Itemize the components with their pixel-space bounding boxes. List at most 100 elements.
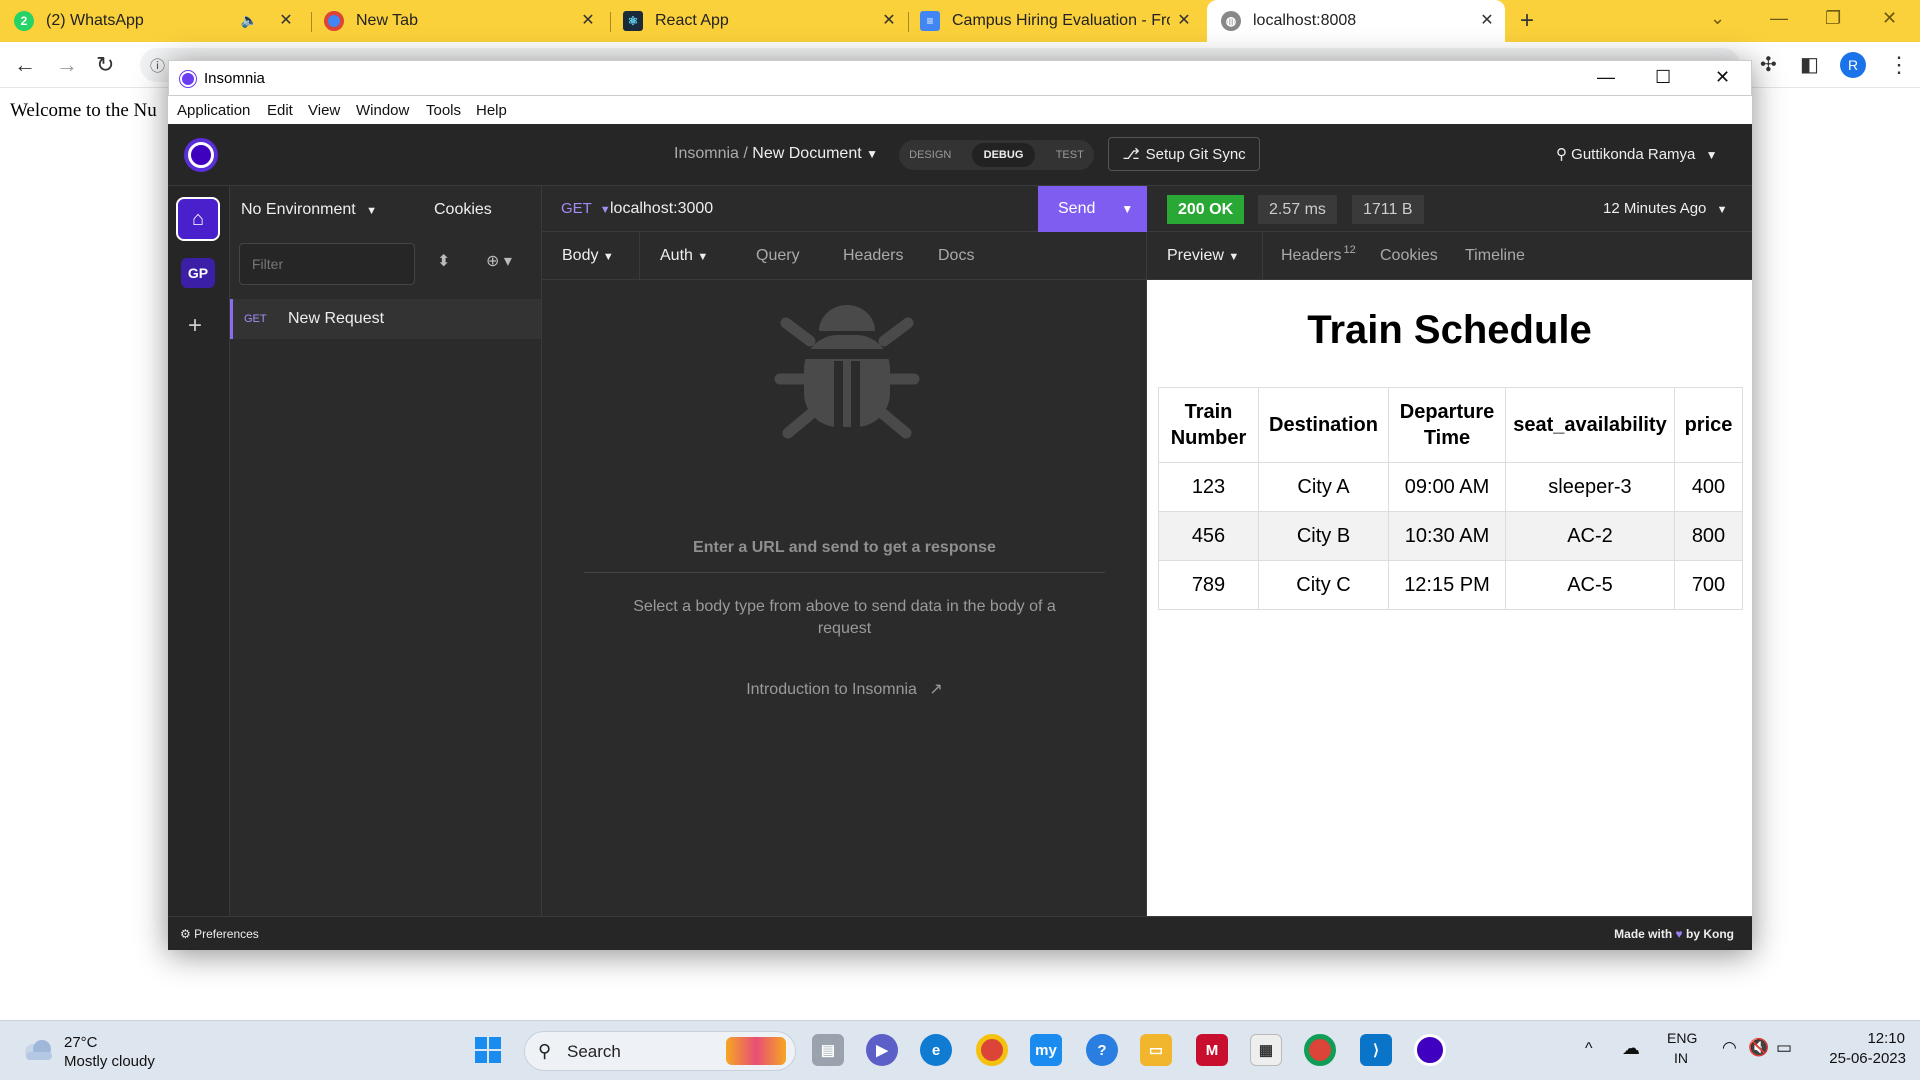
- url-input[interactable]: localhost:3000: [610, 200, 713, 218]
- sort-icon[interactable]: ⬍: [437, 251, 450, 271]
- reload-icon[interactable]: ↻: [96, 52, 114, 78]
- vscode-icon[interactable]: ⟩: [1360, 1034, 1392, 1066]
- side-panel-icon[interactable]: ◧: [1800, 52, 1819, 77]
- kebab-menu-icon[interactable]: ⋮: [1888, 52, 1910, 78]
- introduction-link[interactable]: Introduction to Insomnia ↗: [542, 679, 1147, 699]
- teams-chat-icon[interactable]: ▶: [866, 1034, 898, 1066]
- close-icon[interactable]: ✕: [276, 11, 296, 31]
- create-dropdown-icon[interactable]: ⊕ ▾: [486, 251, 512, 271]
- close-icon[interactable]: ✕: [578, 11, 598, 31]
- mode-test[interactable]: TEST: [1056, 149, 1084, 161]
- battery-icon[interactable]: ▭: [1776, 1038, 1792, 1058]
- tab-auth[interactable]: Auth ▼: [660, 247, 708, 265]
- volume-muted-icon[interactable]: 🔇: [1748, 1038, 1769, 1058]
- menu-application[interactable]: Application: [177, 102, 250, 119]
- chrome-profile-icon[interactable]: [1304, 1034, 1336, 1066]
- chevron-down-icon: ▼: [366, 205, 378, 217]
- minimize-icon[interactable]: —: [1597, 67, 1615, 88]
- language-indicator[interactable]: ENG: [1667, 1030, 1697, 1046]
- extensions-icon[interactable]: ✣: [1760, 52, 1777, 77]
- tab-response-headers[interactable]: Headers 12: [1281, 244, 1356, 265]
- browser-tab-react-app[interactable]: ⚛ React App ✕: [623, 0, 907, 42]
- wifi-icon[interactable]: ◠: [1722, 1038, 1737, 1058]
- home-button[interactable]: ⌂: [176, 197, 220, 241]
- menu-edit[interactable]: Edit: [267, 102, 293, 119]
- breadcrumb-root[interactable]: Insomnia: [674, 145, 739, 162]
- browser-tab-new-tab[interactable]: New Tab ✕: [324, 0, 606, 42]
- menu-view[interactable]: View: [308, 102, 340, 119]
- back-icon[interactable]: ←: [14, 52, 36, 78]
- made-with-kong[interactable]: Made with ♥ by Kong: [1614, 927, 1734, 941]
- chevron-up-icon[interactable]: ^: [1585, 1040, 1593, 1058]
- search-icon: ⚲: [538, 1041, 552, 1061]
- environment-select[interactable]: No Environment ▼: [241, 201, 377, 219]
- table-cell: 400: [1674, 462, 1743, 512]
- send-button[interactable]: Send ▼: [1038, 186, 1147, 232]
- region-indicator[interactable]: IN: [1674, 1050, 1688, 1066]
- tab-body[interactable]: Body ▼: [562, 247, 614, 265]
- user-menu[interactable]: ⚲ Guttikonda Ramya ▼: [1556, 145, 1717, 163]
- chevron-down-icon[interactable]: ▼: [866, 147, 878, 161]
- new-tab-icon[interactable]: +: [1520, 7, 1534, 35]
- mylp-icon[interactable]: my: [1030, 1034, 1062, 1066]
- mode-debug[interactable]: DEBUG: [971, 143, 1036, 167]
- response-size: 1711 B: [1352, 195, 1424, 224]
- windows-start-icon[interactable]: [472, 1034, 504, 1066]
- menu-help[interactable]: Help: [476, 102, 507, 119]
- browser-tab-localhost[interactable]: ◍ localhost:8008 ✕: [1207, 0, 1505, 42]
- search-highlight-icon[interactable]: [726, 1037, 786, 1065]
- close-icon[interactable]: ✕: [1477, 11, 1497, 31]
- add-icon[interactable]: +: [188, 312, 202, 340]
- profile-avatar[interactable]: R: [1840, 52, 1866, 78]
- folder-icon[interactable]: ▭: [1140, 1034, 1172, 1066]
- cloud-sync-icon[interactable]: ☁: [1622, 1038, 1640, 1059]
- setup-git-sync-button[interactable]: ⎇ Setup Git Sync: [1108, 137, 1260, 171]
- chevron-down-icon[interactable]: ⌄: [1710, 8, 1725, 29]
- cookies-button[interactable]: Cookies: [434, 201, 492, 219]
- speaker-icon[interactable]: 🔈: [241, 12, 258, 29]
- maximize-icon[interactable]: ☐: [1655, 67, 1671, 88]
- close-window-icon[interactable]: ✕: [1882, 8, 1897, 29]
- tab-headers[interactable]: Headers: [843, 247, 903, 265]
- workspace-avatar[interactable]: GP: [181, 258, 215, 288]
- mcafee-icon[interactable]: M: [1196, 1034, 1228, 1066]
- info-icon[interactable]: ⓘ: [150, 55, 165, 76]
- clock-time[interactable]: 12:10: [1855, 1030, 1905, 1047]
- menu-tools[interactable]: Tools: [426, 102, 461, 119]
- method-select[interactable]: GET ▼: [561, 200, 611, 217]
- tab-docs[interactable]: Docs: [938, 247, 974, 265]
- minimize-icon[interactable]: —: [1770, 8, 1788, 29]
- file-explorer-icon[interactable]: ▤: [812, 1034, 844, 1066]
- document-name[interactable]: New Document: [752, 145, 861, 162]
- tab-timeline[interactable]: Timeline: [1465, 247, 1525, 265]
- insomnia-logo-icon[interactable]: [184, 138, 218, 172]
- mode-design[interactable]: DESIGN: [909, 149, 951, 161]
- tab-response-cookies[interactable]: Cookies: [1380, 247, 1438, 265]
- browser-tab-whatsapp[interactable]: 2 (2) WhatsApp 🔈 ✕: [14, 0, 304, 42]
- filter-input[interactable]: [239, 243, 415, 285]
- chevron-down-icon[interactable]: ▼: [1121, 202, 1133, 216]
- browser-tab-campus-hiring[interactable]: ≡ Campus Hiring Evaluation - Fron ✕: [920, 0, 1202, 42]
- close-icon[interactable]: ✕: [879, 11, 899, 31]
- menu-window[interactable]: Window: [356, 102, 409, 119]
- preferences-label: Preferences: [194, 927, 259, 941]
- response-history-select[interactable]: 12 Minutes Ago ▼: [1603, 200, 1727, 217]
- forward-icon[interactable]: →: [56, 52, 78, 78]
- column-header: price: [1674, 387, 1743, 463]
- store-icon[interactable]: ▦: [1250, 1034, 1282, 1066]
- close-icon[interactable]: ✕: [1174, 11, 1194, 31]
- weather-widget[interactable]: 27°C Mostly cloudy: [22, 1033, 202, 1073]
- tab-query[interactable]: Query: [756, 247, 800, 265]
- clock-date[interactable]: 25-06-2023: [1816, 1050, 1906, 1067]
- insomnia-taskbar-icon[interactable]: [1414, 1034, 1446, 1066]
- restore-icon[interactable]: ❐: [1825, 8, 1841, 29]
- tab-preview[interactable]: Preview ▼: [1167, 247, 1239, 265]
- close-window-icon[interactable]: ✕: [1715, 67, 1730, 88]
- chrome-icon[interactable]: [976, 1034, 1008, 1066]
- request-list-item[interactable]: GET New Request: [230, 299, 541, 339]
- edge-icon[interactable]: e: [920, 1034, 952, 1066]
- preferences-button[interactable]: ⚙ Preferences: [180, 927, 259, 941]
- help-icon[interactable]: ?: [1086, 1034, 1118, 1066]
- tab-title: Campus Hiring Evaluation - Fron: [952, 12, 1170, 29]
- method-label: GET: [561, 200, 592, 217]
